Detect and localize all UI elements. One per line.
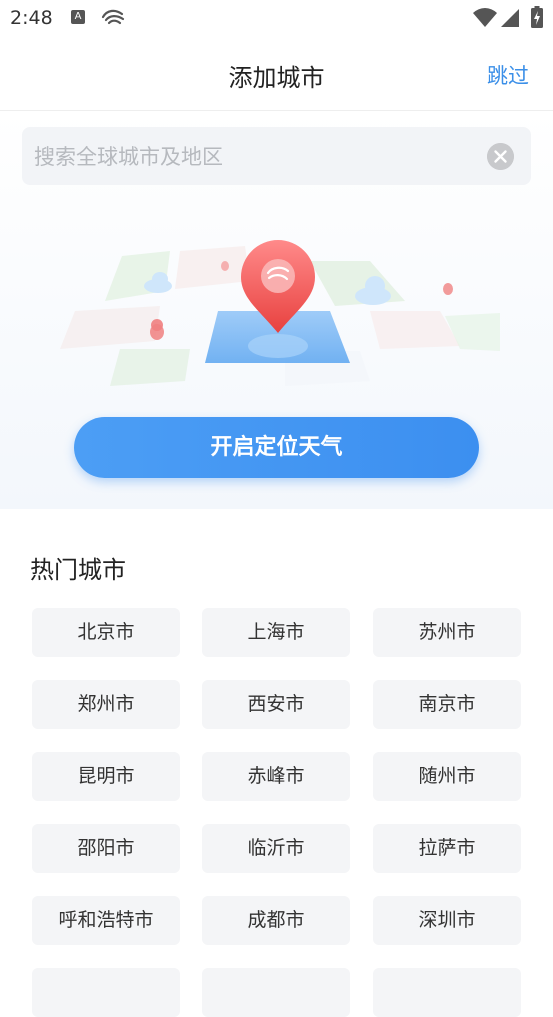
city-button-partial[interactable] (373, 968, 521, 1017)
status-bar: 2:48 A (0, 0, 553, 38)
city-button[interactable]: 西安市 (202, 680, 350, 729)
city-button[interactable]: 郑州市 (32, 680, 180, 729)
city-button[interactable]: 苏州市 (373, 608, 521, 657)
city-button[interactable]: 成都市 (202, 896, 350, 945)
city-button[interactable]: 昆明市 (32, 752, 180, 801)
wifi-icon (473, 8, 497, 27)
city-button[interactable]: 上海市 (202, 608, 350, 657)
city-button[interactable]: 赤峰市 (202, 752, 350, 801)
city-button[interactable]: 随州市 (373, 752, 521, 801)
location-map-illustration (60, 240, 500, 386)
city-button[interactable]: 临沂市 (202, 824, 350, 873)
status-time: 2:48 (10, 7, 53, 29)
city-button[interactable]: 呼和浩特市 (32, 896, 180, 945)
hot-cities-title: 热门城市 (30, 556, 126, 584)
city-button[interactable]: 深圳市 (373, 896, 521, 945)
battery-icon (531, 6, 543, 28)
city-button-partial[interactable] (202, 968, 350, 1017)
text-app-icon: A (71, 10, 85, 24)
weather-app-icon (101, 9, 125, 25)
clear-icon[interactable] (487, 143, 514, 170)
signal-icon (501, 9, 519, 27)
search-input[interactable] (32, 127, 476, 187)
hero-section: 开启定位天气 (0, 111, 553, 509)
city-button[interactable]: 北京市 (32, 608, 180, 657)
header: 添加城市 跳过 (0, 40, 553, 111)
city-button[interactable]: 南京市 (373, 680, 521, 729)
city-button-partial[interactable] (32, 968, 180, 1017)
search-box (22, 127, 531, 187)
city-button[interactable]: 拉萨市 (373, 824, 521, 873)
city-button[interactable]: 邵阳市 (32, 824, 180, 873)
page-title: 添加城市 (228, 64, 325, 92)
skip-button[interactable]: 跳过 (487, 60, 529, 90)
enable-location-button[interactable]: 开启定位天气 (74, 417, 479, 478)
